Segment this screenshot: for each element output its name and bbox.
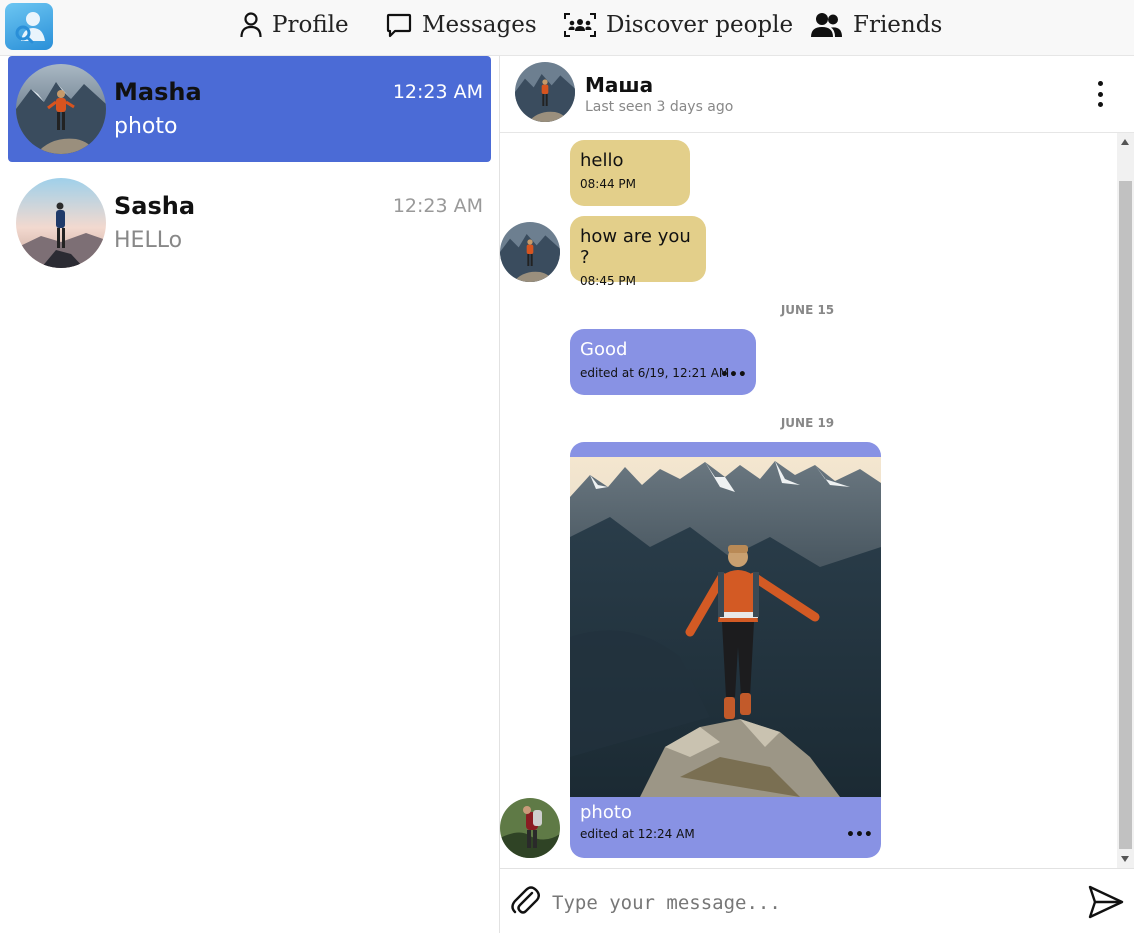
scroll-down-arrow-icon[interactable] [1121,856,1129,862]
last-seen-status: Last seen 3 days ago [585,99,734,115]
scrollbar-thumb[interactable] [1119,181,1132,849]
message-thread: hello 08:44 PM how are you ? 08:45 PM JU… [500,133,1117,868]
message-text: how are you ? [580,226,691,268]
chat-list: Masha 12:23 AM photo Sasha 12:23 AM HELL… [0,56,499,933]
avatar [500,222,560,282]
nav-messages-label: Messages [422,12,537,38]
message-bubble[interactable]: hello 08:44 PM [570,140,690,206]
conversation-title: Маша [585,73,654,97]
app-logo[interactable] [5,3,53,50]
avatar[interactable] [515,62,575,122]
avatar [16,64,106,154]
message-text: hello [580,150,624,171]
message-text: photo [580,802,632,823]
nav-profile-label: Profile [272,12,349,38]
message-composer [500,868,1134,933]
message-menu-icon[interactable]: ••• [720,367,747,383]
chat-list-item-sasha[interactable]: Sasha 12:23 AM HELLo [8,170,491,276]
photo-message-bubble[interactable]: photo edited at 12:24 AM ••• [570,442,881,858]
date-separator: JUNE 15 [780,303,835,317]
chat-time: 12:23 AM [392,195,483,217]
user-icon [240,12,262,38]
chat-bubble-icon [386,13,412,38]
send-icon[interactable] [1088,885,1124,923]
message-edited-time: edited at 12:24 AM [580,827,695,841]
chat-last-message: photo [114,114,178,139]
message-text: Good [580,339,628,360]
scroll-up-arrow-icon[interactable] [1121,139,1129,145]
nav-discover-people[interactable]: Discover people [564,0,793,50]
message-bubble[interactable]: how are you ? 08:45 PM [570,216,706,288]
message-input[interactable] [552,883,1072,923]
chat-time: 12:23 AM [392,81,483,103]
message-bubble[interactable]: Good edited at 6/19, 12:21 AM ••• [570,329,756,395]
app-logo-icon [15,11,45,43]
nav-profile[interactable]: Profile [240,0,349,50]
friends-icon [811,13,842,37]
shared-photo[interactable] [570,457,881,797]
nav-friends-label: Friends [853,12,943,38]
message-time: 08:44 PM [580,177,636,191]
chat-list-item-masha[interactable]: Masha 12:23 AM photo [8,56,491,162]
chat-last-message: HELLo [114,228,183,253]
message-time: 08:45 PM [580,274,636,288]
people-group-icon [564,13,596,37]
message-menu-icon[interactable]: ••• [846,827,873,843]
nav-friends[interactable]: Friends [810,0,942,50]
chat-name: Masha [114,78,202,106]
nav-messages[interactable]: Messages [386,0,537,50]
conversation-header: Маша Last seen 3 days ago [500,56,1134,133]
avatar [16,178,106,268]
nav-discover-label: Discover people [606,12,794,38]
avatar [500,798,560,858]
top-navigation-bar: Profile Messages Discover people Friends [0,0,1134,56]
chat-name: Sasha [114,192,196,220]
messages-scrollbar[interactable] [1117,133,1134,868]
date-separator: JUNE 19 [780,416,835,430]
more-vertical-icon[interactable] [1094,81,1106,107]
paperclip-icon[interactable] [510,885,540,921]
